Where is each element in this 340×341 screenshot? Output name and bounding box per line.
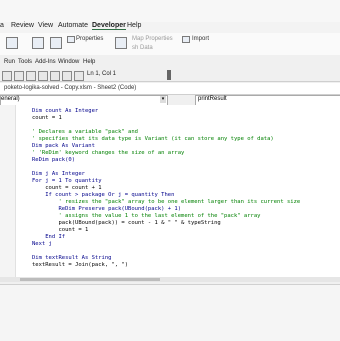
help-icon[interactable] (74, 71, 84, 81)
code-line[interactable]: count = count + 1 (32, 185, 101, 192)
code-line[interactable]: ' assigns the value 1 to the last elemen… (32, 213, 260, 220)
code-line[interactable]: If count > package Or j = quantity Then (32, 192, 174, 199)
code-line[interactable]: Dim textResult As String (32, 255, 111, 262)
code-line[interactable]: Next j (32, 241, 52, 248)
menu-item-review[interactable]: Review (11, 22, 34, 29)
code-line[interactable]: ' Declares a variable "pack" and (32, 129, 138, 136)
code-line[interactable]: Dim pack As Variant (32, 143, 95, 150)
refresh-data-label[interactable]: sh Data (132, 45, 153, 51)
map-properties-label[interactable]: Map Properties (132, 36, 173, 42)
code-line[interactable]: ReDim Preserve pack(UBound(pack) + 1) (32, 206, 181, 213)
properties-window-icon[interactable] (62, 71, 72, 81)
procedure-combobox-value: printResult (198, 96, 227, 102)
menu-item-developer[interactable]: Developer (92, 22, 126, 30)
menu-item-help[interactable]: Help (127, 22, 141, 29)
run-icon[interactable] (2, 71, 12, 81)
code-line[interactable]: ' resizes the "pack" array to be one ele… (32, 199, 300, 206)
menu-item-automate[interactable]: Automate (58, 22, 88, 29)
import-label[interactable]: Import (192, 36, 209, 42)
vbe-menu-run[interactable]: Run (4, 59, 15, 65)
code-line[interactable]: End If (32, 234, 65, 241)
excel-menu-bar: a Review View Automate Developer Help (0, 22, 340, 32)
code-line[interactable]: pack(UBound(pack)) = count - 1 & " " & t… (32, 220, 220, 227)
excel-titlebar-area (0, 0, 340, 22)
code-line[interactable]: Dim count As Integer (32, 108, 98, 115)
reset-icon[interactable] (26, 71, 36, 81)
code-line[interactable]: count = 1 (32, 227, 88, 234)
code-line[interactable]: Dim j As Integer (32, 171, 85, 178)
code-line[interactable]: textResult = Join(pack, ", ") (32, 262, 128, 269)
developer-ribbon: Properties Map Properties Import sh Data (0, 33, 340, 56)
vbe-menu-help[interactable]: Help (83, 59, 95, 65)
code-line[interactable]: ' 'ReDim' keyword changes the size of an… (32, 150, 184, 157)
source-icon[interactable] (115, 37, 127, 49)
vbe-menu-tools[interactable]: Tools (18, 59, 32, 65)
code-window-title: poketo-logika-solved - Copy.xlsm - Sheet… (4, 85, 137, 91)
toolbar-scroll-handle[interactable] (167, 70, 171, 80)
code-line[interactable]: ' specifies that its data type is Varian… (32, 136, 274, 143)
properties-label[interactable]: Properties (76, 36, 103, 42)
chevron-down-icon[interactable]: ▾ (160, 96, 166, 103)
design-mode-icon[interactable] (50, 37, 62, 49)
object-combobox-value: eneral) (1, 96, 20, 102)
design-mode-icon[interactable] (38, 71, 48, 81)
code-scroll-thumb[interactable] (20, 278, 160, 281)
project-explorer-icon[interactable] (50, 71, 60, 81)
code-line[interactable]: count = 1 (32, 115, 62, 122)
break-icon[interactable] (14, 71, 24, 81)
menu-item-partial[interactable]: a (0, 22, 4, 29)
vbe-menu-addins[interactable]: Add-Ins (35, 59, 56, 65)
import-icon[interactable] (182, 36, 190, 43)
vbe-menu-window[interactable]: Window (58, 59, 79, 65)
vbe-menu-bar: Run Tools Add-Ins Window Help (0, 59, 340, 69)
insert-control-icon[interactable] (32, 37, 44, 49)
code-line[interactable]: ReDim pack(0) (32, 157, 75, 164)
visual-basic-icon[interactable] (6, 37, 18, 49)
immediate-window[interactable] (0, 284, 340, 341)
cursor-position: Ln 1, Col 1 (87, 71, 117, 77)
code-margin[interactable] (0, 105, 16, 277)
menu-item-view[interactable]: View (38, 22, 53, 29)
properties-icon[interactable] (67, 36, 75, 43)
code-line[interactable]: For j = 1 To quantity (32, 178, 102, 185)
